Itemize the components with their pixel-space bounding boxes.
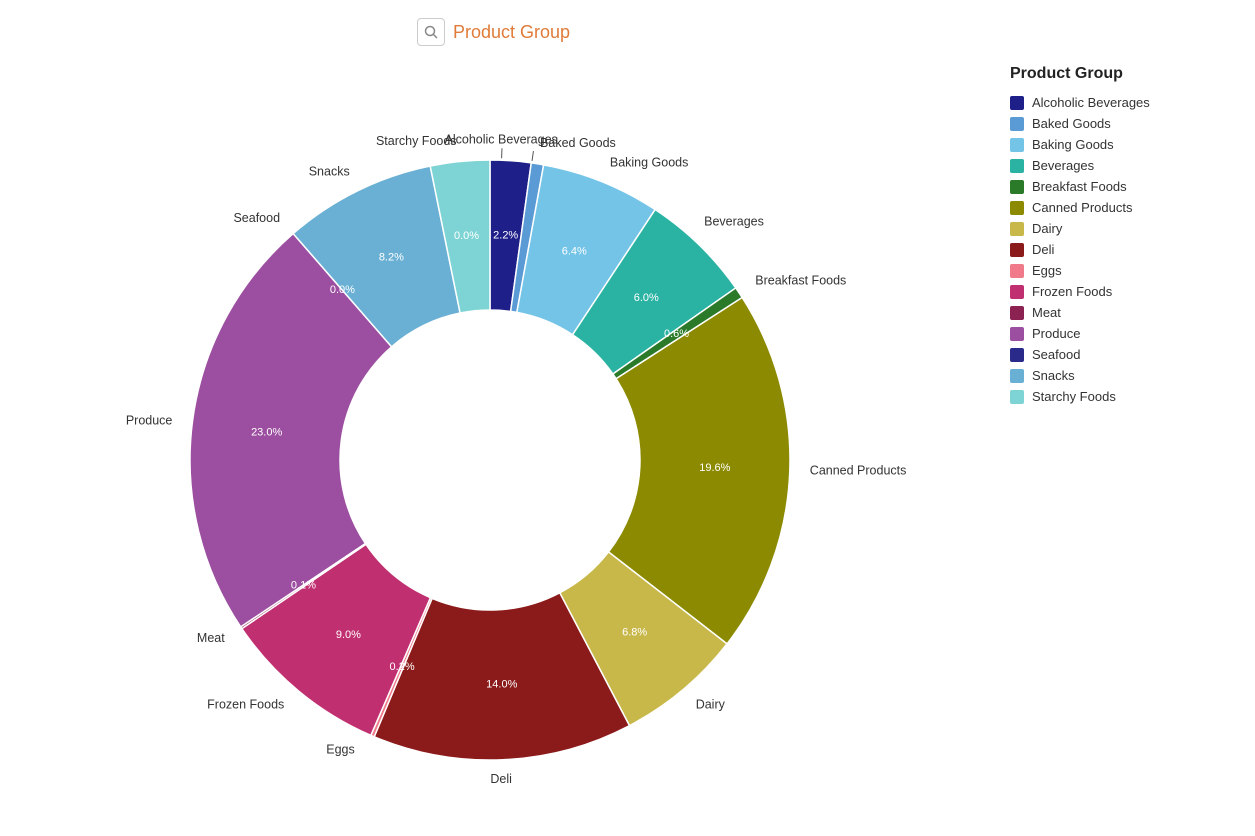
- legend-color-swatch: [1010, 180, 1024, 194]
- segment-pct-label: 14.0%: [486, 679, 517, 691]
- legend-container: Product Group Alcoholic Beverages Baked G…: [1010, 65, 1250, 410]
- segment-outer-label: Canned Products: [810, 463, 907, 477]
- legend-item-label: Breakfast Foods: [1032, 179, 1127, 194]
- legend-color-swatch: [1010, 285, 1024, 299]
- segment-pct-label: 6.4%: [562, 245, 587, 257]
- legend-item: Snacks: [1010, 368, 1250, 383]
- segment-outer-label: Starchy Foods: [376, 134, 457, 148]
- segment-outer-label: Breakfast Foods: [755, 273, 846, 287]
- segment-outer-label: Meat: [197, 631, 225, 645]
- legend-item: Baked Goods: [1010, 116, 1250, 131]
- legend-item: Meat: [1010, 305, 1250, 320]
- segment-pct-label: 8.2%: [379, 252, 404, 264]
- legend-item: Baking Goods: [1010, 137, 1250, 152]
- legend-item: Eggs: [1010, 263, 1250, 278]
- segment-pct-label: 0.1%: [291, 580, 316, 592]
- legend-item-label: Dairy: [1032, 221, 1062, 236]
- legend-title: Product Group: [1010, 65, 1250, 83]
- legend-item: Alcoholic Beverages: [1010, 95, 1250, 110]
- legend-color-swatch: [1010, 117, 1024, 131]
- legend-color-swatch: [1010, 222, 1024, 236]
- legend-item: Dairy: [1010, 221, 1250, 236]
- segment-outer-label: Seafood: [233, 211, 280, 225]
- legend-color-swatch: [1010, 369, 1024, 383]
- legend-item-label: Meat: [1032, 305, 1061, 320]
- legend-item-label: Canned Products: [1032, 200, 1132, 215]
- segment-pct-label: 2.2%: [493, 229, 518, 241]
- segment-outer-label: Produce: [126, 413, 173, 427]
- segment-pct-label: 9.0%: [336, 629, 361, 641]
- legend-items-list: Alcoholic Beverages Baked Goods Baking Goo…: [1010, 95, 1250, 404]
- segment-outer-label: Dairy: [696, 697, 726, 711]
- legend-item: Produce: [1010, 326, 1250, 341]
- chart-title: Product Group: [453, 22, 570, 43]
- legend-item-label: Seafood: [1032, 347, 1080, 362]
- legend-item: Canned Products: [1010, 200, 1250, 215]
- legend-item: Frozen Foods: [1010, 284, 1250, 299]
- legend-item: Deli: [1010, 242, 1250, 257]
- chart-title-area: Product Group: [417, 18, 570, 46]
- segment-outer-label: Baked Goods: [540, 136, 616, 150]
- legend-item-label: Produce: [1032, 326, 1080, 341]
- segment-outer-label: Baking Goods: [610, 156, 689, 170]
- legend-color-swatch: [1010, 390, 1024, 404]
- segment-pct-label: 23.0%: [251, 426, 282, 438]
- legend-item-label: Beverages: [1032, 158, 1094, 173]
- segment-outer-label: Snacks: [309, 165, 350, 179]
- legend-color-swatch: [1010, 96, 1024, 110]
- legend-color-swatch: [1010, 264, 1024, 278]
- legend-color-swatch: [1010, 243, 1024, 257]
- segment-outer-label: Eggs: [326, 742, 355, 756]
- legend-color-swatch: [1010, 201, 1024, 215]
- chart-container: 2.2% 6.4% 6.0% 0.6% 19.6% 6.8% 14.0% 0.2% 9.0% 0.…: [30, 60, 990, 820]
- legend-item-label: Baking Goods: [1032, 137, 1114, 152]
- legend-item: Seafood: [1010, 347, 1250, 362]
- legend-color-swatch: [1010, 306, 1024, 320]
- legend-item: Beverages: [1010, 158, 1250, 173]
- legend-item-label: Deli: [1032, 242, 1054, 257]
- legend-item-label: Starchy Foods: [1032, 389, 1116, 404]
- legend-item-label: Alcoholic Beverages: [1032, 95, 1150, 110]
- chart-title-icon: [417, 18, 445, 46]
- segment-pct-label: 19.6%: [699, 462, 730, 474]
- legend-item-label: Eggs: [1032, 263, 1062, 278]
- segment-pct-label: 6.8%: [622, 626, 647, 638]
- segment-outer-label: Deli: [490, 772, 512, 786]
- legend-color-swatch: [1010, 159, 1024, 173]
- segment-outer-label: Frozen Foods: [207, 697, 284, 711]
- segment-pct-label: 0.0%: [330, 284, 355, 296]
- segment-pct-label: 0.6%: [664, 328, 689, 340]
- legend-item: Starchy Foods: [1010, 389, 1250, 404]
- segment-outer-label: Beverages: [704, 214, 764, 228]
- segment-pct-label: 0.0%: [454, 230, 479, 242]
- legend-color-swatch: [1010, 327, 1024, 341]
- legend-color-swatch: [1010, 138, 1024, 152]
- segment-pct-label: 6.0%: [634, 292, 659, 304]
- segment-pct-label: 0.2%: [390, 661, 415, 673]
- legend-item-label: Snacks: [1032, 368, 1075, 383]
- legend-color-swatch: [1010, 348, 1024, 362]
- legend-item-label: Frozen Foods: [1032, 284, 1112, 299]
- legend-item-label: Baked Goods: [1032, 116, 1111, 131]
- donut-chart: 2.2% 6.4% 6.0% 0.6% 19.6% 6.8% 14.0% 0.2% 9.0% 0.…: [30, 60, 990, 820]
- legend-item: Breakfast Foods: [1010, 179, 1250, 194]
